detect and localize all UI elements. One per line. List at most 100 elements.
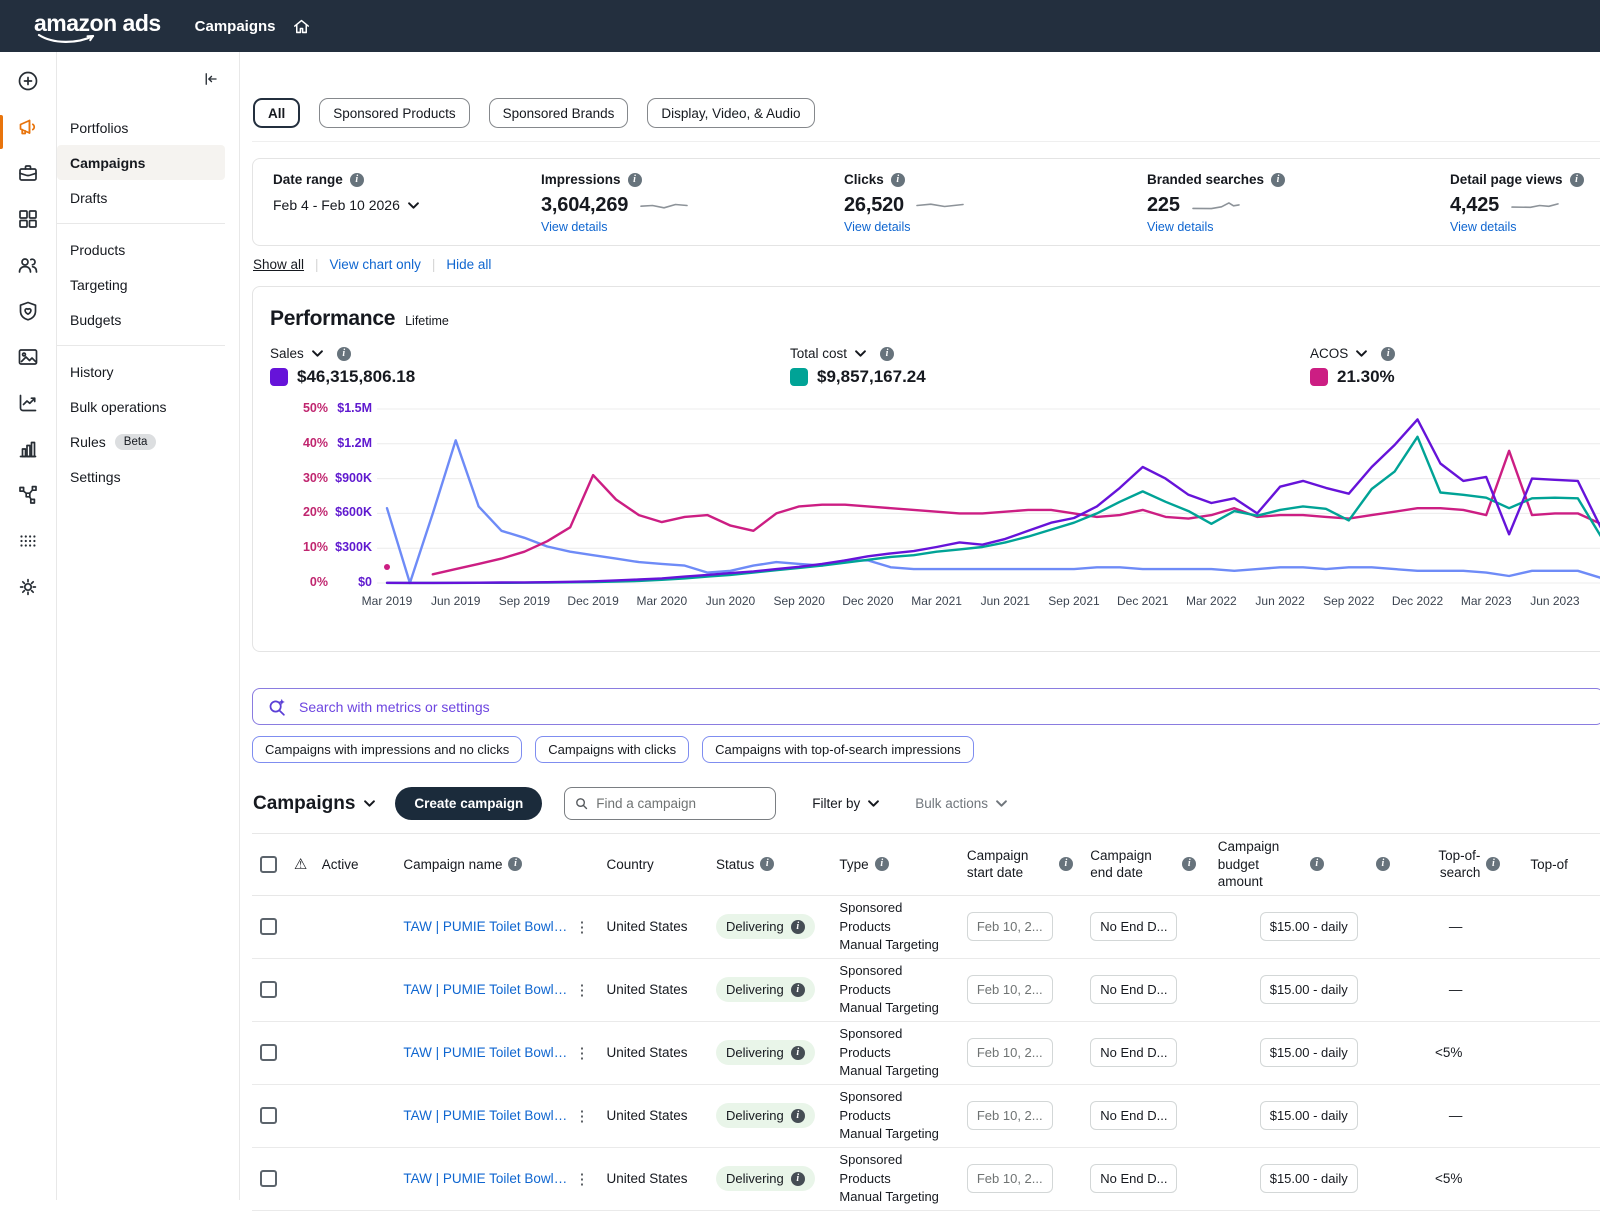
sidebar-item-rules[interactable]: Rules Beta [57,424,225,459]
tab-all[interactable]: All [253,98,300,128]
start-date-field[interactable]: Feb 10, 2... [967,1038,1053,1067]
find-campaign-input[interactable] [564,787,776,820]
end-date-field[interactable]: No End D... [1090,1101,1177,1130]
end-date-field[interactable]: No End D... [1090,912,1177,941]
info-icon[interactable] [508,857,522,871]
info-icon[interactable] [350,173,364,187]
info-icon[interactable] [1059,857,1073,871]
apps-dots-icon[interactable] [16,529,40,553]
sidebar-item-targeting[interactable]: Targeting [57,267,225,302]
sidebar-item-drafts[interactable]: Drafts [57,180,225,215]
insights-trend-icon[interactable] [16,391,40,415]
chip-top-of-search[interactable]: Campaigns with top-of-search impressions [702,736,974,763]
info-icon[interactable] [1376,857,1390,871]
info-icon[interactable] [337,347,351,361]
campaign-name-link[interactable]: TAW | PUMIE Toilet Bowl Cle... [403,1171,567,1186]
metric-search-bar[interactable]: Search with metrics or settings [252,688,1600,725]
view-details-link[interactable]: View details [541,220,844,234]
info-icon[interactable] [875,857,889,871]
info-icon[interactable] [1271,173,1285,187]
show-all-link[interactable]: Show all [253,257,304,272]
sidebar-item-portfolios[interactable]: Portfolios [57,110,225,145]
create-plus-icon[interactable] [16,69,40,93]
date-range-selector[interactable]: Feb 4 - Feb 10 2026 [273,197,541,213]
kebab-menu-icon[interactable] [567,981,596,999]
chevron-down-icon[interactable] [1356,350,1367,357]
sidebar-item-bulk-operations[interactable]: Bulk operations [57,389,225,424]
view-details-link[interactable]: View details [844,220,1147,234]
end-date-field[interactable]: No End D... [1090,975,1177,1004]
dashboard-grid-icon[interactable] [16,207,40,231]
info-icon[interactable] [880,347,894,361]
sidebar-item-products[interactable]: Products [57,232,225,267]
row-checkbox[interactable] [260,1044,277,1061]
create-campaign-button[interactable]: Create campaign [395,787,542,820]
sidebar-item-settings[interactable]: Settings [57,459,225,494]
chip-with-clicks[interactable]: Campaigns with clicks [535,736,689,763]
filter-by-dropdown[interactable]: Filter by [812,796,879,811]
tab-sponsored-brands[interactable]: Sponsored Brands [489,98,629,128]
row-checkbox[interactable] [260,1170,277,1187]
info-icon[interactable] [1381,347,1395,361]
info-icon[interactable] [628,173,642,187]
kebab-menu-icon[interactable] [567,1170,596,1188]
brand-shield-icon[interactable] [16,299,40,323]
info-icon[interactable] [1570,173,1584,187]
kebab-menu-icon[interactable] [567,918,596,936]
info-icon[interactable] [791,1172,805,1186]
row-checkbox[interactable] [260,1107,277,1124]
media-image-icon[interactable] [16,345,40,369]
info-icon[interactable] [791,1109,805,1123]
view-chart-only-link[interactable]: View chart only [330,257,421,272]
row-checkbox[interactable] [260,981,277,998]
budget-field[interactable]: $15.00 - daily [1260,1038,1358,1067]
info-icon[interactable] [791,983,805,997]
budget-field[interactable]: $15.00 - daily [1260,975,1358,1004]
kebab-menu-icon[interactable] [567,1044,596,1062]
info-icon[interactable] [791,1046,805,1060]
hide-all-link[interactable]: Hide all [446,257,491,272]
portfolios-briefcase-icon[interactable] [16,161,40,185]
info-icon[interactable] [1182,857,1196,871]
campaigns-megaphone-icon[interactable] [16,115,40,139]
budget-field[interactable]: $15.00 - daily [1260,912,1358,941]
chip-impressions-no-clicks[interactable]: Campaigns with impressions and no clicks [252,736,522,763]
end-date-field[interactable]: No End D... [1090,1038,1177,1067]
collapse-sidebar-icon[interactable] [57,70,239,88]
campaign-name-link[interactable]: TAW | PUMIE Toilet Bowl Cle... [403,919,567,934]
start-date-field[interactable]: Feb 10, 2... [967,912,1053,941]
info-icon[interactable] [791,920,805,934]
info-icon[interactable] [1310,857,1324,871]
chevron-down-icon[interactable] [312,350,323,357]
settings-gear-icon[interactable] [16,575,40,599]
tab-sponsored-products[interactable]: Sponsored Products [319,98,469,128]
budget-field[interactable]: $15.00 - daily [1260,1101,1358,1130]
budget-field[interactable]: $15.00 - daily [1260,1164,1358,1193]
tab-display-video-audio[interactable]: Display, Video, & Audio [647,98,814,128]
sidebar-item-history[interactable]: History [57,354,225,389]
info-icon[interactable] [891,173,905,187]
view-details-link[interactable]: View details [1147,220,1450,234]
connections-network-icon[interactable] [16,483,40,507]
home-icon[interactable] [292,17,311,36]
info-icon[interactable] [1486,857,1500,871]
campaigns-table-title[interactable]: Campaigns [253,793,375,815]
end-date-field[interactable]: No End D... [1090,1164,1177,1193]
campaign-name-link[interactable]: TAW | PUMIE Toilet Bowl Cle... [403,1045,567,1060]
start-date-field[interactable]: Feb 10, 2... [967,1164,1053,1193]
kebab-menu-icon[interactable] [567,1107,596,1125]
bulk-actions-dropdown[interactable]: Bulk actions [915,796,1007,811]
info-icon[interactable] [760,857,774,871]
audiences-people-icon[interactable] [16,253,40,277]
view-details-link[interactable]: View details [1450,220,1600,234]
sidebar-item-budgets[interactable]: Budgets [57,302,225,337]
start-date-field[interactable]: Feb 10, 2... [967,1101,1053,1130]
select-all-checkbox[interactable] [260,856,277,873]
start-date-field[interactable]: Feb 10, 2... [967,975,1053,1004]
amazon-ads-logo[interactable]: amazon ads [34,10,161,43]
campaign-name-link[interactable]: TAW | PUMIE Toilet Bowl Cle... [403,982,567,997]
reports-bar-chart-icon[interactable] [16,437,40,461]
chevron-down-icon[interactable] [855,350,866,357]
sidebar-item-campaigns[interactable]: Campaigns [57,145,225,180]
row-checkbox[interactable] [260,918,277,935]
